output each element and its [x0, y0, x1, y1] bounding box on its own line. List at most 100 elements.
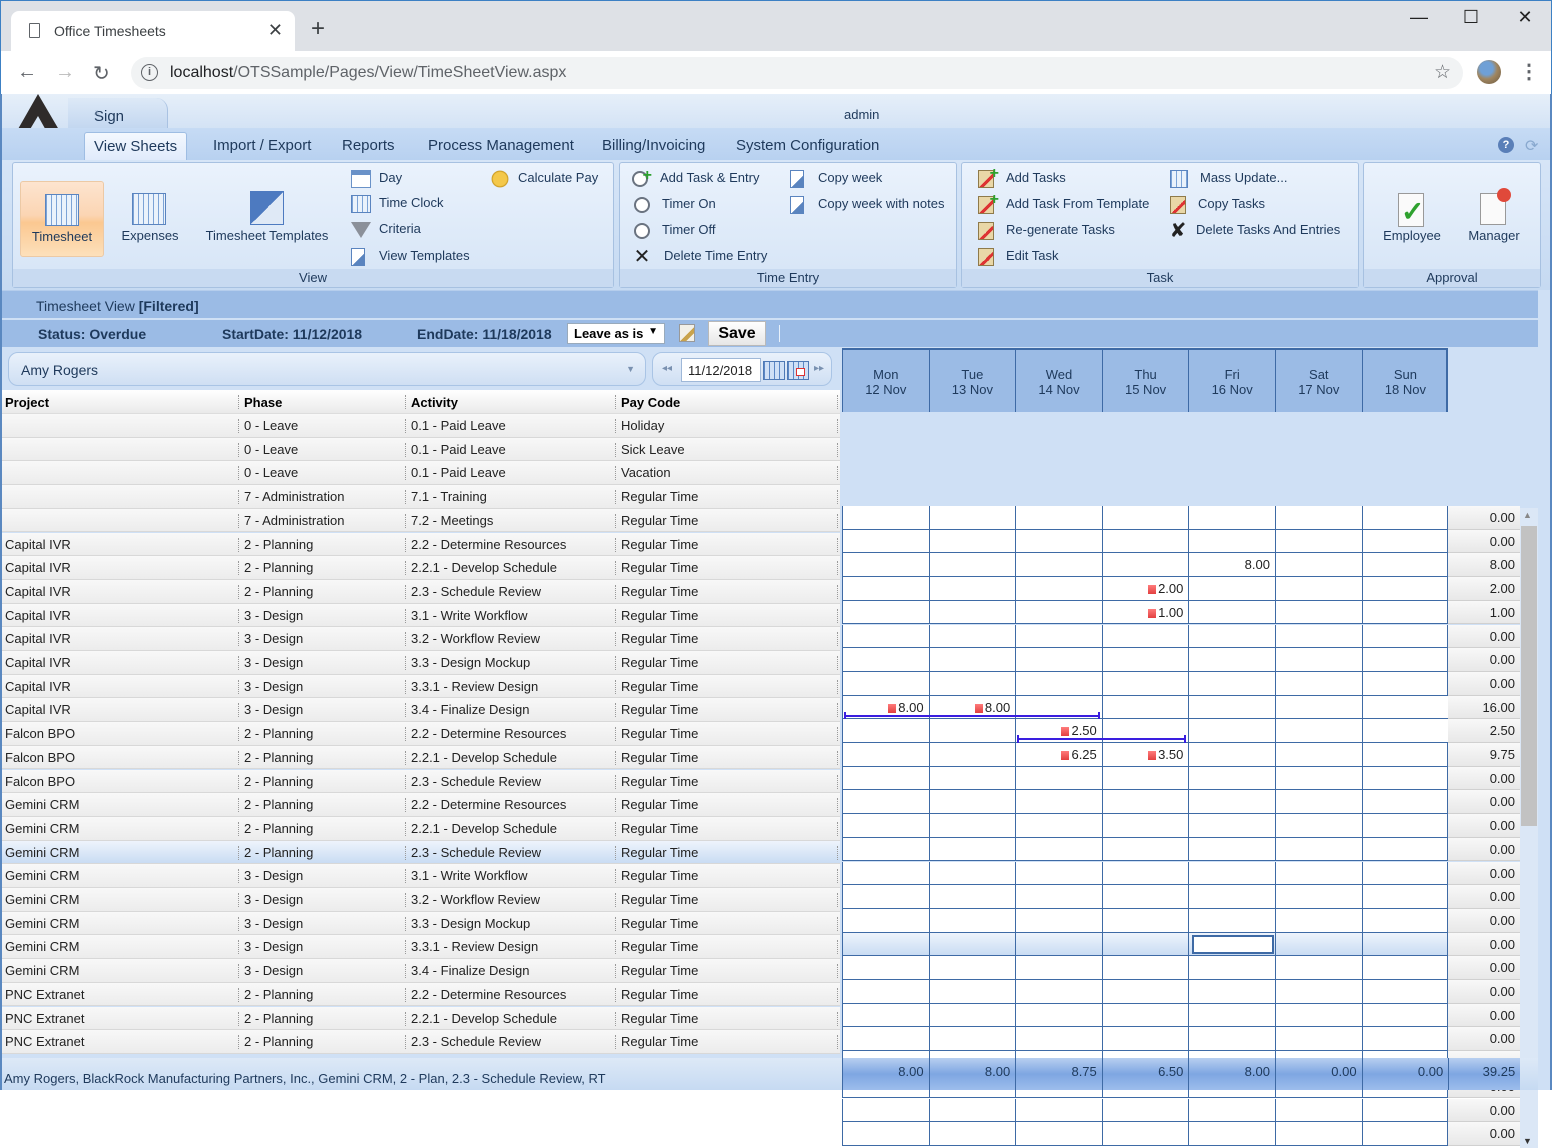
hours-cell[interactable] — [928, 743, 1016, 767]
hours-cell[interactable] — [1015, 624, 1102, 649]
menu-system-configuration[interactable]: System Configuration — [736, 137, 879, 154]
hours-cell[interactable] — [1188, 577, 1275, 601]
hours-cell[interactable] — [928, 648, 1016, 672]
column-project[interactable]: Project — [5, 395, 49, 410]
table-row[interactable]: Capital IVR 3 - Design 3.3.1 - Review Desi… — [2, 674, 840, 699]
note-flag-icon[interactable] — [888, 703, 897, 713]
hours-cell[interactable] — [1188, 671, 1275, 696]
hours-cell[interactable] — [1361, 956, 1449, 980]
hours-cell[interactable] — [842, 506, 929, 530]
note-flag-icon[interactable] — [1148, 585, 1157, 595]
table-row[interactable]: Capital IVR 3 - Design 3.3 - Design Mockup… — [2, 651, 840, 675]
address-bar[interactable]: i localhost/OTSSample/Pages/View/TimeShe… — [131, 57, 1463, 89]
hours-cell[interactable] — [1188, 624, 1275, 649]
table-row[interactable]: Gemini CRM 3 - Design 3.3 - Design Mockup R… — [2, 911, 840, 936]
table-row[interactable]: PNC Extranet 2 - Planning 2.2 - Determine … — [2, 982, 840, 1007]
hours-cell[interactable] — [928, 1003, 1016, 1028]
hours-cell[interactable] — [1101, 671, 1189, 696]
hours-cell[interactable] — [1361, 790, 1449, 815]
hours-cell[interactable] — [928, 956, 1016, 980]
prev-week-icon[interactable]: ◂◂ — [662, 363, 672, 374]
table-row[interactable]: 0 - Leave 0.1 - Paid Leave Holiday — [2, 414, 840, 438]
hours-cell[interactable] — [1101, 1122, 1189, 1146]
edit-task-button[interactable]: Edit Task — [978, 246, 1059, 266]
hours-cell[interactable] — [1015, 790, 1102, 815]
hours-cell[interactable] — [1275, 529, 1362, 554]
table-row[interactable]: Gemini CRM 3 - Design 3.1 - Write Workflow… — [2, 864, 840, 888]
hours-cell[interactable] — [1275, 980, 1362, 1004]
task-duration-bar[interactable] — [1017, 735, 1187, 744]
hours-cell[interactable] — [1361, 814, 1449, 838]
menu-kebab-icon[interactable]: ⋮ — [1519, 59, 1539, 84]
hours-cell[interactable] — [928, 814, 1016, 838]
back-icon[interactable]: ← — [17, 61, 37, 84]
hours-cell[interactable] — [1361, 743, 1449, 767]
table-row[interactable]: 0 - Leave 0.1 - Paid Leave Vacation — [2, 461, 840, 486]
hours-cell[interactable] — [842, 529, 929, 554]
hours-cell[interactable] — [1015, 814, 1102, 838]
hours-cell[interactable] — [842, 908, 929, 933]
week-date-input[interactable] — [681, 358, 761, 382]
menu-import-export[interactable]: Import / Export — [213, 137, 311, 154]
table-row[interactable]: Capital IVR 3 - Design 3.4 - Finalize Desi… — [2, 698, 840, 723]
hours-cell[interactable] — [1015, 956, 1102, 980]
add-tasks-button[interactable]: Add Tasks — [978, 164, 1066, 188]
hours-cell[interactable] — [1361, 719, 1449, 743]
employee-approval-button[interactable]: ✓ Employee — [1370, 181, 1454, 257]
hours-cell[interactable] — [1275, 719, 1362, 743]
hours-cell[interactable] — [1101, 624, 1189, 649]
hours-cell[interactable] — [1188, 908, 1275, 933]
hours-cell[interactable] — [928, 837, 1016, 862]
table-row[interactable]: 7 - Administration 7.2 - Meetings Regular … — [2, 508, 840, 533]
hours-cell[interactable] — [928, 506, 1016, 530]
hours-cell[interactable] — [1188, 980, 1275, 1004]
hours-cell[interactable] — [1275, 577, 1362, 601]
hours-cell[interactable] — [1361, 1003, 1449, 1028]
table-row[interactable]: Gemini CRM 2 - Planning 2.3 - Schedule Rev… — [2, 840, 840, 865]
hours-cell[interactable] — [842, 743, 929, 767]
info-icon[interactable]: i — [141, 64, 158, 81]
hours-cell[interactable]: 3.50 — [1101, 743, 1189, 767]
table-row[interactable]: PNC Extranet 2 - Planning 2.2.1 - Develop … — [2, 1006, 840, 1031]
hours-cell[interactable] — [842, 932, 929, 957]
table-row[interactable]: Capital IVR 2 - Planning 2.2 - Determine R… — [2, 532, 840, 557]
hours-cell[interactable] — [928, 1122, 1016, 1146]
hours-cell[interactable] — [1361, 553, 1449, 578]
hours-cell[interactable] — [1101, 932, 1189, 957]
hours-cell[interactable] — [1361, 885, 1449, 909]
hours-cell[interactable] — [1275, 956, 1362, 980]
hours-cell[interactable] — [1101, 885, 1189, 909]
hours-cell[interactable] — [1275, 671, 1362, 696]
hours-cell[interactable] — [1188, 1003, 1275, 1028]
hours-cell[interactable] — [1361, 671, 1449, 696]
new-tab-icon[interactable]: + — [311, 17, 325, 41]
hours-cell[interactable] — [842, 577, 929, 601]
hours-cell[interactable] — [1275, 1098, 1362, 1123]
hours-cell[interactable] — [1275, 885, 1362, 909]
hours-cell[interactable] — [842, 648, 929, 672]
hours-cell[interactable] — [928, 671, 1016, 696]
hours-cell[interactable] — [842, 980, 929, 1004]
expenses-button[interactable]: Expenses — [110, 181, 190, 257]
hours-cell[interactable] — [1015, 1122, 1102, 1146]
browser-tab[interactable]: Office Timesheets ✕ — [11, 11, 295, 51]
calendar-icon[interactable] — [763, 361, 785, 380]
hours-cell[interactable] — [1188, 814, 1275, 838]
hours-cell[interactable] — [1188, 506, 1275, 530]
hours-cell[interactable]: 1.00 — [1101, 600, 1189, 625]
hours-cell[interactable] — [1101, 1003, 1189, 1028]
hours-cell[interactable] — [1015, 1003, 1102, 1028]
hours-cell[interactable] — [842, 1027, 929, 1052]
hours-cell[interactable] — [928, 1027, 1016, 1052]
regenerate-tasks-button[interactable]: Re-generate Tasks — [978, 220, 1115, 240]
hours-cell[interactable] — [842, 1098, 929, 1123]
hours-cell[interactable] — [1015, 861, 1102, 886]
hours-cell[interactable] — [1361, 1098, 1449, 1123]
hours-cell[interactable] — [842, 885, 929, 909]
hours-cell[interactable] — [1361, 861, 1449, 886]
hours-cell[interactable] — [1275, 908, 1362, 933]
table-row[interactable]: PNC Extranet 2 - Planning 2.3 - Schedule R… — [2, 1030, 840, 1054]
hours-cell[interactable] — [1188, 837, 1275, 862]
manager-approval-button[interactable]: Manager — [1456, 181, 1532, 257]
hours-cell[interactable] — [1101, 980, 1189, 1004]
